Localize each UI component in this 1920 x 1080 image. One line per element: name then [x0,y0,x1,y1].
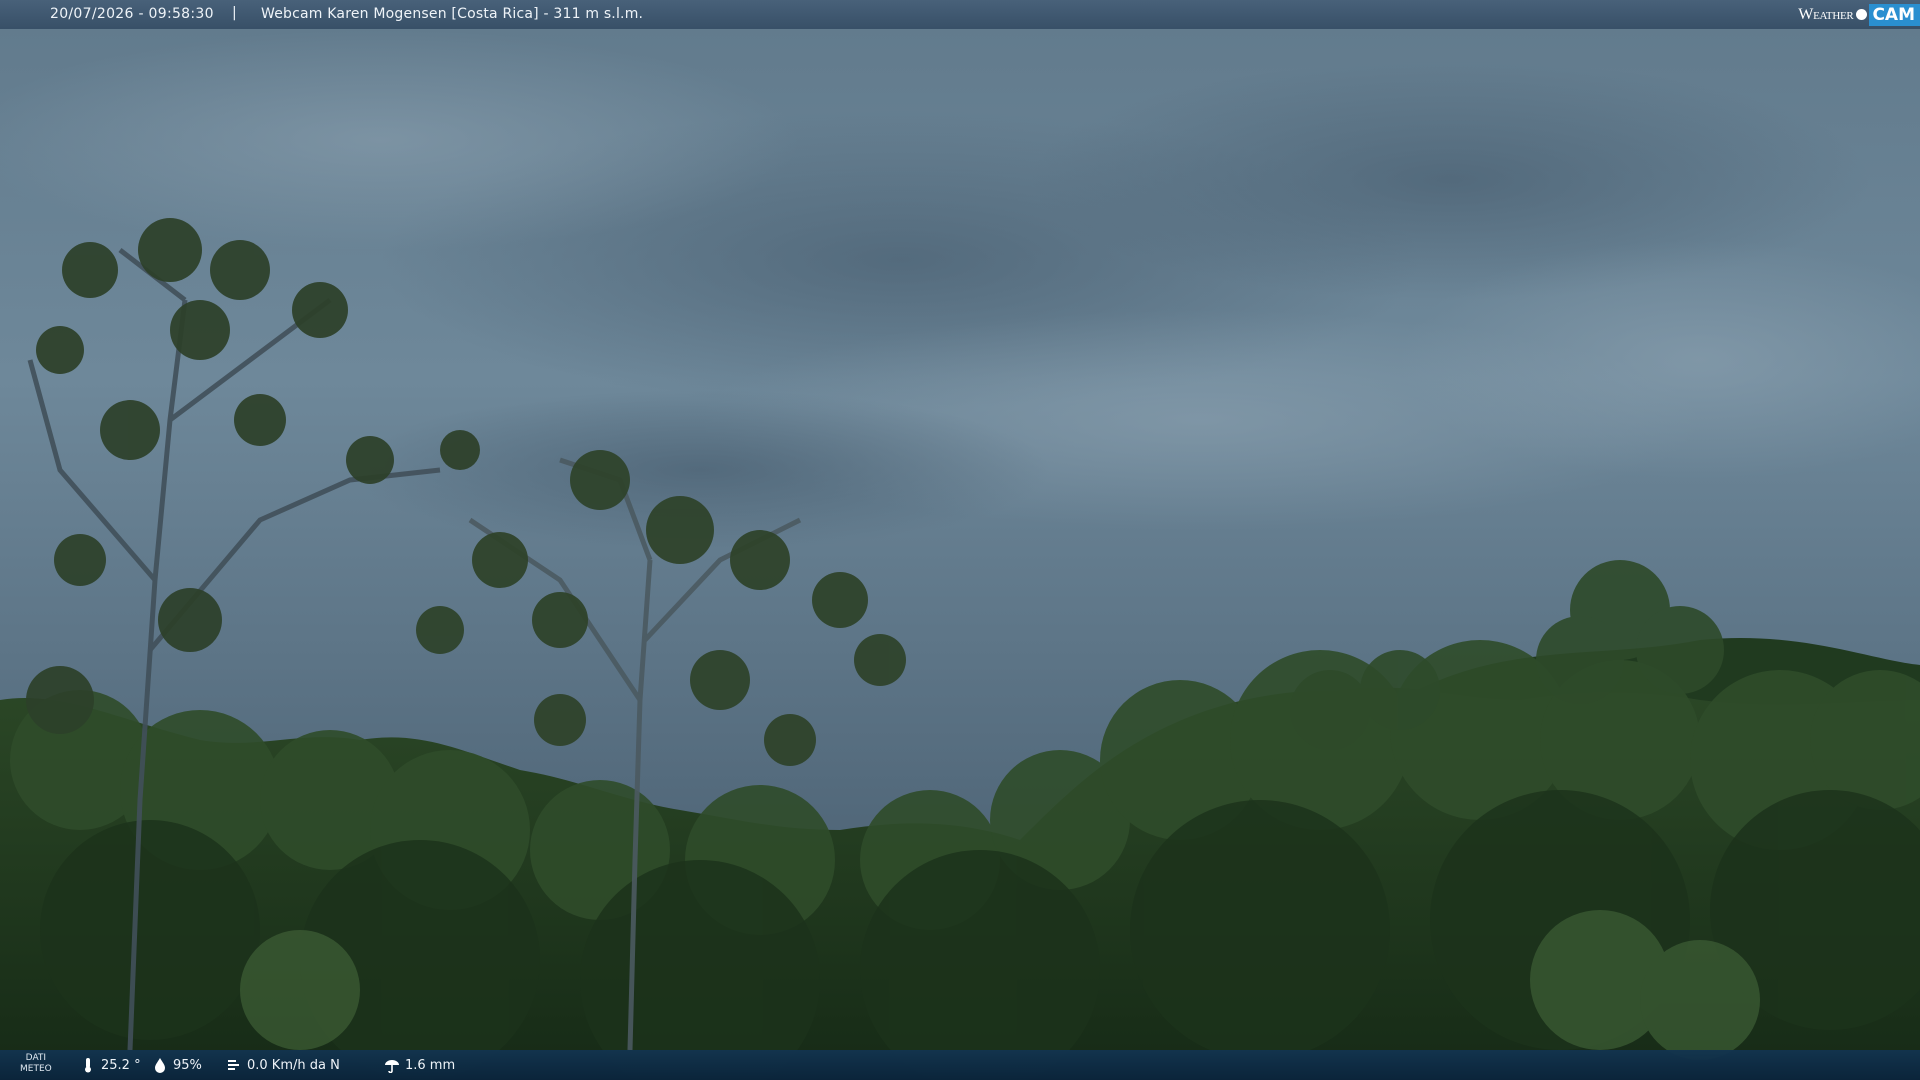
logo-cam: CAM [1869,3,1920,26]
weather-data-bar: DATI METEO 25.2 ° 95% 0.0 Km/h da N 1.6 … [0,1050,1920,1080]
humidity-icon [155,1058,165,1073]
rain-item: 1.6 mm [384,1057,455,1073]
camera-title: Webcam Karen Mogensen [Costa Rica] - 311… [261,6,644,22]
weathercam-logo[interactable]: Weather CAM [1798,0,1920,29]
temperature-value: 25.2 ° [101,1057,141,1073]
header-bar: 20/07/2026 - 09:58:30 | Webcam Karen Mog… [0,0,1920,29]
logo-dot-icon [1856,9,1868,20]
weather-data-label: DATI METEO [20,1053,52,1075]
humidity-item: 95% [152,1057,202,1073]
timestamp: 20/07/2026 - 09:58:30 [50,6,214,22]
logo-word: Weather [1798,5,1854,23]
rain-icon [385,1060,399,1073]
wind-value: 0.0 Km/h da N [247,1057,340,1073]
wind-item: 0.0 Km/h da N [226,1057,340,1073]
header-separator: | [232,5,237,21]
temperature-item: 25.2 ° [80,1057,141,1073]
webcam-image [0,0,1920,1080]
webcam-frame: 20/07/2026 - 09:58:30 | Webcam Karen Mog… [0,0,1920,1080]
thermometer-icon [85,1058,91,1073]
wind-icon [228,1060,239,1070]
humidity-value: 95% [173,1057,202,1073]
label-line2: METEO [20,1064,52,1074]
label-line1: DATI [25,1053,47,1063]
rain-value: 1.6 mm [405,1057,456,1073]
